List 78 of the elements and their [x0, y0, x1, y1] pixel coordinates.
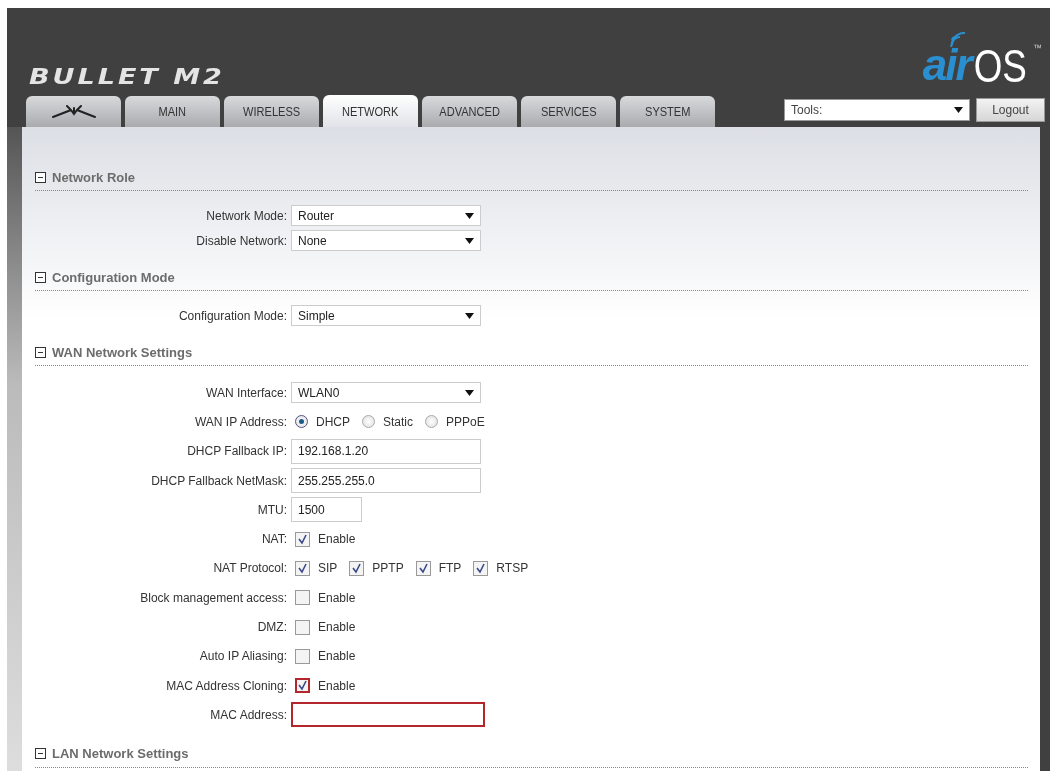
antenna-logo-icon: [50, 104, 97, 119]
caret-icon: [954, 107, 963, 113]
option-label: Enable: [318, 620, 356, 634]
tab[interactable]: WIRELESS: [224, 96, 319, 127]
tab[interactable]: ADVANCED: [422, 96, 517, 127]
radio-button[interactable]: [295, 415, 308, 429]
radio-button[interactable]: [362, 415, 375, 429]
field-label: Configuration Mode:: [177, 308, 288, 323]
dropdown[interactable]: None: [291, 230, 481, 251]
checkbox[interactable]: [295, 619, 310, 635]
field-label: WAN IP Address:: [193, 414, 288, 429]
tab[interactable]: NETWORK: [323, 95, 418, 127]
input-field[interactable]: 255.255.255.0: [291, 468, 481, 494]
radio-button[interactable]: [425, 415, 439, 429]
dropdown[interactable]: Simple: [291, 305, 481, 326]
field-label: DMZ:: [256, 620, 288, 634]
dropdown-value: Tools:: [791, 103, 823, 117]
trademark-mark: ™: [1033, 43, 1042, 53]
tools-dropdown[interactable]: Tools:: [784, 99, 970, 121]
option-label: SIP: [318, 561, 338, 576]
dropdown-value: None: [298, 233, 327, 248]
section-title: Configuration Mode: [52, 269, 175, 285]
collapse-icon[interactable]: [35, 271, 46, 283]
checkbox[interactable]: [295, 678, 310, 694]
input-field[interactable]: [291, 702, 485, 728]
checkbox[interactable]: [295, 590, 310, 606]
option-label: Enable: [318, 678, 356, 693]
section-title: WAN Network Settings: [52, 344, 193, 360]
dropdown-value: WLAN0: [298, 385, 340, 400]
collapse-icon[interactable]: [35, 171, 46, 183]
product-logo: BULLET M2: [29, 64, 225, 89]
option-label: PPTP: [372, 561, 404, 576]
field-label: MAC Address:: [209, 707, 288, 722]
option-label: Static: [383, 414, 414, 429]
dropdown-value: Simple: [298, 308, 335, 323]
checkbox[interactable]: [473, 560, 489, 576]
option-label: Enable: [318, 590, 356, 605]
checkbox[interactable]: [295, 648, 310, 664]
section-title: LAN Network Settings: [52, 746, 189, 762]
field-label: WAN Interface:: [205, 385, 288, 400]
caret-icon: [465, 312, 474, 319]
dropdown[interactable]: WLAN0: [291, 382, 481, 404]
field-label: DHCP Fallback NetMask:: [150, 473, 288, 488]
collapse-icon[interactable]: [35, 748, 46, 760]
checkbox[interactable]: [295, 560, 310, 576]
section-title: Network Role: [52, 169, 136, 185]
input-field[interactable]: 1500: [291, 497, 362, 523]
input-field[interactable]: 192.168.1.20: [291, 438, 481, 464]
tab[interactable]: MAIN: [125, 96, 220, 127]
tab[interactable]: SERVICES: [521, 96, 616, 127]
caret-icon: [465, 237, 474, 244]
field-label: DHCP Fallback IP:: [186, 444, 288, 459]
dropdown[interactable]: Router: [291, 205, 481, 226]
field-label: Auto IP Aliasing:: [198, 649, 288, 664]
caret-icon: [465, 389, 474, 396]
option-label: PPPoE: [446, 414, 485, 429]
caret-icon: [465, 212, 474, 219]
field-label: NAT:: [260, 532, 288, 547]
tab[interactable]: SYSTEM: [620, 96, 715, 127]
field-label: Block management access:: [139, 590, 288, 605]
logout-button[interactable]: Logout: [976, 98, 1045, 122]
option-label: Enable: [318, 649, 356, 664]
collapse-icon[interactable]: [35, 346, 46, 358]
dropdown-value: Router: [298, 208, 335, 223]
option-label: RTSP: [496, 561, 529, 576]
option-label: DHCP: [316, 414, 350, 429]
option-label: Enable: [318, 532, 356, 547]
tab[interactable]: [26, 96, 121, 127]
os-logo-name: OS: [973, 43, 1027, 89]
field-label: Disable Network:: [195, 233, 288, 248]
checkbox[interactable]: [349, 560, 365, 576]
field-label: NAT Protocol:: [212, 561, 288, 576]
checkbox[interactable]: [295, 531, 310, 547]
field-label: MTU:: [256, 502, 288, 517]
checkbox[interactable]: [415, 560, 431, 576]
field-label: MAC Address Cloning:: [165, 678, 288, 693]
field-label: Network Mode:: [205, 208, 288, 223]
option-label: FTP: [438, 561, 462, 576]
